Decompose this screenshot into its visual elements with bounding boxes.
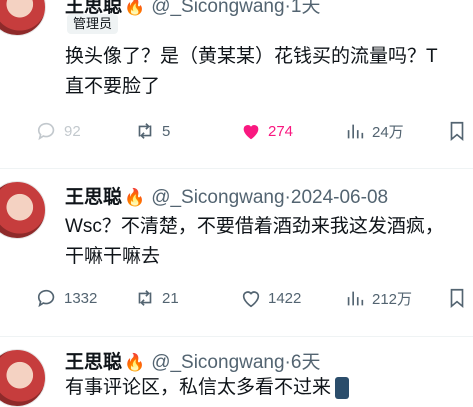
views-button[interactable]: 24万 (344, 120, 404, 142)
post-2[interactable]: 王思聪 🔥 @_Sicongwang·2024-06-08 Wsc？不清楚，不要… (0, 169, 473, 336)
phone-emoji-icon (335, 376, 350, 399)
avatar[interactable] (0, 0, 46, 36)
post-text: 换头像了？是（黄某某）花钱买的流量吗？T 直不要脸了 (65, 42, 438, 102)
post-header: 王思聪 🔥 @_Sicongwang·2024-06-08 (65, 182, 388, 209)
post-3[interactable]: 王思聪 🔥 @_Sicongwang·6天 有事评论区，私信太多看不过来 (0, 337, 473, 407)
repost-count: 5 (162, 122, 171, 140)
post-text-line: 换头像了？是（黄某某）花钱买的流量吗？T (65, 46, 438, 67)
like-button[interactable]: 274 (240, 120, 293, 142)
bookmark-button[interactable] (446, 120, 473, 142)
post-text: 有事评论区，私信太多看不过来 (65, 373, 350, 403)
author-handle[interactable]: @_Sicongwang·6天 (151, 347, 320, 374)
fire-emoji-icon: 🔥 (124, 188, 146, 207)
repost-button[interactable]: 21 (134, 287, 179, 309)
repost-count: 21 (162, 289, 179, 307)
post-text-line: Wsc？不清楚，不要借着酒劲来我这发酒疯， (65, 216, 444, 237)
views-count: 24万 (372, 123, 404, 141)
action-bar: 92 5 274 24万 (36, 120, 473, 146)
avatar[interactable] (0, 349, 46, 407)
author-handle[interactable]: @_Sicongwang·2024-06-08 (151, 187, 388, 209)
like-icon (243, 125, 259, 140)
reply-icon (37, 289, 55, 308)
post-text-line: 有事评论区，私信太多看不过来 (65, 377, 332, 398)
like-count: 274 (268, 122, 294, 140)
post-text: Wsc？不清楚，不要借着酒劲来我这发酒疯， 干嘛干嘛去 (65, 212, 444, 272)
views-icon (347, 124, 364, 139)
author-name[interactable]: 王思聪 (65, 182, 122, 209)
repost-icon (138, 123, 152, 139)
author-handle[interactable]: @_Sicongwang·1天 (151, 0, 320, 18)
views-button[interactable]: 212万 (344, 287, 412, 309)
avatar[interactable] (0, 181, 46, 239)
fire-emoji-icon: 🔥 (124, 353, 146, 372)
action-bar: 1332 21 1422 212万 (36, 287, 473, 313)
post-header: 王思聪 🔥 @_Sicongwang·6天 (65, 347, 320, 374)
views-icon (347, 291, 364, 306)
reply-count: 92 (64, 122, 81, 140)
like-count: 1422 (268, 289, 302, 307)
bookmark-button[interactable] (446, 287, 473, 309)
admin-badge: 管理员 (67, 14, 119, 34)
reply-button[interactable]: 1332 (36, 287, 97, 309)
fire-emoji-icon: 🔥 (124, 0, 146, 16)
bookmark-icon (450, 121, 464, 142)
like-button[interactable]: 1422 (240, 287, 301, 309)
repost-icon (138, 290, 152, 306)
post-text-line: 干嘛干嘛去 (65, 246, 161, 267)
post-1[interactable]: 王思聪 🔥 @_Sicongwang·1天 管理员 换头像了？是（黄某某）花钱买… (0, 0, 473, 168)
bookmark-icon (450, 288, 464, 309)
views-count: 212万 (372, 290, 413, 308)
like-icon (242, 291, 260, 308)
repost-button[interactable]: 5 (134, 120, 170, 142)
reply-icon (37, 122, 55, 141)
post-text-line: 直不要脸了 (65, 76, 161, 97)
reply-button[interactable]: 92 (36, 120, 81, 142)
author-name[interactable]: 王思聪 (65, 347, 122, 374)
reply-count: 1332 (64, 289, 98, 307)
